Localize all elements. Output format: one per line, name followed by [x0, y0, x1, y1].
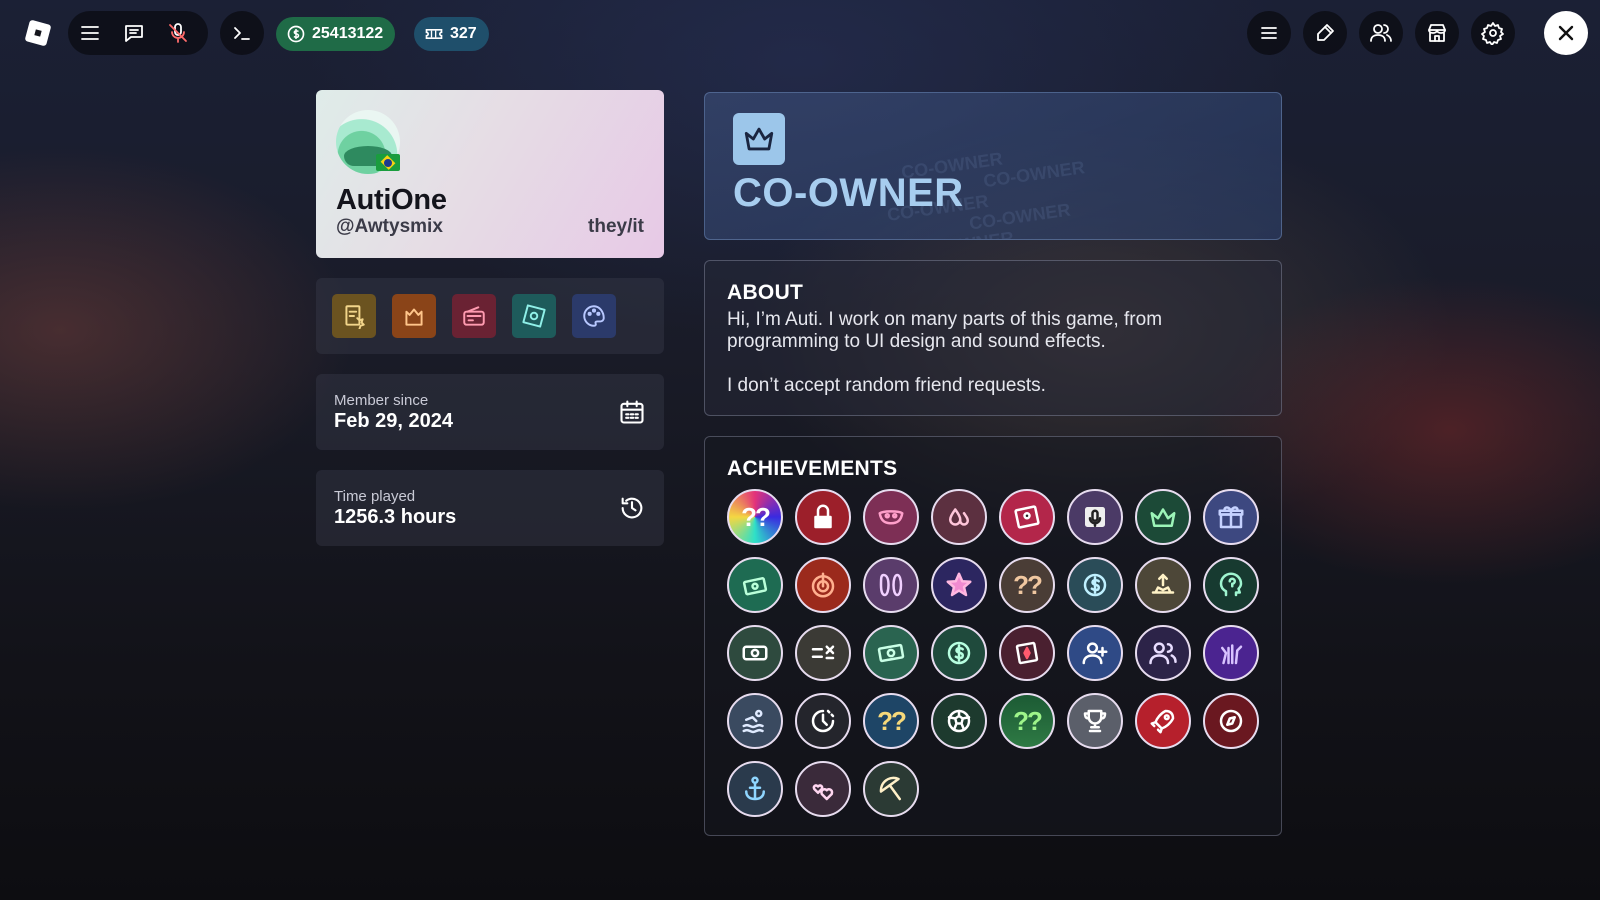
soccer-achievement-icon[interactable] [931, 693, 987, 749]
badge-crown-card[interactable] [392, 294, 436, 338]
badge-palette[interactable] [572, 294, 616, 338]
microphone-muted-icon[interactable] [156, 11, 200, 55]
achievements-title: ACHIEVEMENTS [727, 457, 898, 480]
time-played-label: Time played [334, 488, 416, 505]
list-button[interactable] [1247, 11, 1291, 55]
diamond-frame-achievement-icon[interactable] [999, 625, 1055, 681]
trophy-achievement-icon[interactable] [1067, 693, 1123, 749]
achievements-grid: ?? ?? ?? ?? [727, 489, 1267, 817]
mask-achievement-icon[interactable] [863, 489, 919, 545]
time-played-panel: Time played 1256.3 hours [316, 470, 664, 546]
money-achievement-icon[interactable] [863, 625, 919, 681]
dollar-achievement-icon[interactable] [931, 625, 987, 681]
list-icon [1261, 27, 1277, 39]
target-achievement-icon[interactable] [795, 557, 851, 613]
radio-icon [463, 306, 485, 326]
store-icon [1428, 24, 1446, 42]
crown-achievement-icon[interactable] [1135, 489, 1191, 545]
tickets-balance[interactable]: 327 [414, 17, 489, 51]
dollar-coin-icon [287, 25, 305, 43]
calendar-icon [620, 400, 644, 424]
drops-achievement-icon[interactable] [931, 489, 987, 545]
lock-achievement-icon[interactable] [795, 489, 851, 545]
scroll-icon [345, 305, 365, 329]
tickets-amount: 327 [450, 25, 477, 42]
achievements-card: ACHIEVEMENTS ?? ?? ?? ?? [704, 436, 1282, 836]
hand-achievement-icon[interactable] [1203, 625, 1259, 681]
friends-achievement-icon[interactable] [1135, 625, 1191, 681]
top-bar: 25413122 327 [0, 11, 1600, 57]
member-since-value: Feb 29, 2024 [334, 410, 453, 432]
robux-amount: 25413122 [312, 25, 384, 42]
microphone-achievement-icon[interactable] [1067, 489, 1123, 545]
swim-achievement-icon[interactable] [727, 693, 783, 749]
money-stack-achievement-icon[interactable] [727, 557, 783, 613]
username: @Awtysmix [336, 216, 443, 237]
member-since-panel: Member since Feb 29, 2024 [316, 374, 664, 450]
chat-icon[interactable] [112, 11, 156, 55]
brazil-flag-icon [376, 154, 400, 171]
mystery-achievement-icon[interactable]: ?? [999, 557, 1055, 613]
friends-button[interactable] [1359, 11, 1403, 55]
about-card: ABOUT Hi, I’m Auti. I work on many parts… [704, 260, 1282, 416]
console-button[interactable] [220, 11, 264, 55]
terminal-icon [234, 27, 250, 40]
crown-icon [733, 113, 785, 165]
roblox-logo-icon[interactable] [24, 19, 52, 47]
profile-card: AutiOne @Awtysmix they/it [316, 90, 664, 258]
role-title: CO-OWNER [733, 171, 964, 215]
coin-achievement-icon[interactable] [1067, 557, 1123, 613]
gift-achievement-icon[interactable] [1203, 489, 1259, 545]
add-friend-achievement-icon[interactable] [1067, 625, 1123, 681]
shoes-achievement-icon[interactable] [863, 557, 919, 613]
sticker-achievement-icon[interactable] [999, 489, 1055, 545]
brain-achievement-icon[interactable] [1203, 557, 1259, 613]
history-clock-icon [621, 497, 643, 519]
badge-roblox-studio[interactable] [512, 294, 556, 338]
robux-balance[interactable]: 25413122 [276, 17, 396, 51]
settings-button[interactable] [1471, 11, 1515, 55]
star-achievement-icon[interactable] [931, 557, 987, 613]
about-text: Hi, I’m Auti. I work on many parts of th… [727, 309, 1163, 396]
gear-icon [1481, 22, 1504, 45]
studio-icon [522, 304, 546, 328]
rank-up-achievement-icon[interactable] [1135, 557, 1191, 613]
math-achievement-icon[interactable] [795, 625, 851, 681]
mystery-glitch-achievement-icon[interactable]: ?? [727, 489, 783, 545]
shop-button[interactable] [1415, 11, 1459, 55]
menu-pill [68, 11, 208, 55]
about-title: ABOUT [727, 281, 804, 304]
compass-achievement-icon[interactable] [1203, 693, 1259, 749]
edit-button[interactable] [1303, 11, 1347, 55]
badge-scroll[interactable] [332, 294, 376, 338]
hamburger-menu-icon[interactable] [68, 11, 112, 55]
mystery-green-achievement-icon[interactable]: ?? [999, 693, 1055, 749]
pronouns: they/it [588, 216, 644, 237]
ticket-icon [425, 29, 443, 39]
umbrella-achievement-icon[interactable] [863, 761, 919, 817]
badge-radio[interactable] [452, 294, 496, 338]
close-icon [1558, 25, 1574, 41]
hearts-achievement-icon[interactable] [795, 761, 851, 817]
badges-panel [316, 278, 664, 354]
member-since-label: Member since [334, 392, 429, 409]
mystery-blue-achievement-icon[interactable]: ?? [863, 693, 919, 749]
close-button[interactable] [1544, 11, 1588, 55]
palette-icon [583, 305, 605, 327]
cash-achievement-icon[interactable] [727, 625, 783, 681]
clock-achievement-icon[interactable] [795, 693, 851, 749]
rocket-achievement-icon[interactable] [1135, 693, 1191, 749]
friends-icon [1370, 24, 1392, 42]
anchor-achievement-icon[interactable] [727, 761, 783, 817]
role-card: CO-OWNER CO-OWNER CO-OWNER CO-OWNER CO-OWNER… [704, 92, 1282, 240]
display-name: AutiOne [336, 184, 447, 216]
crown-card-icon [405, 308, 423, 326]
time-played-value: 1256.3 hours [334, 506, 457, 528]
pen-icon [1317, 24, 1334, 41]
